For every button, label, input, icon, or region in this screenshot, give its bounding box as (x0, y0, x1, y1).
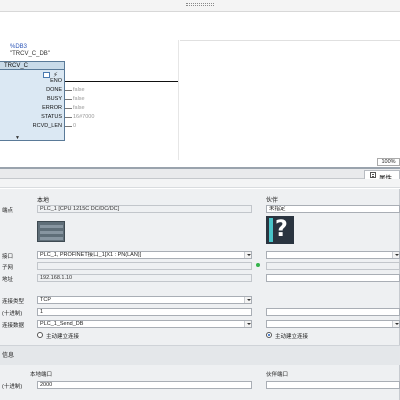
interface-label: 接口 (2, 254, 14, 260)
chevron-down-icon (392, 321, 399, 327)
question-mark-icon: ? (275, 217, 288, 242)
info-section-header[interactable]: 信息 (0, 346, 400, 365)
partner-endpoint-select[interactable]: 未指定 (266, 205, 400, 213)
chevron-down-icon (244, 252, 251, 258)
partner-interface-select[interactable] (266, 251, 400, 259)
expand-block-chevron-icon[interactable]: ▼ (15, 135, 20, 141)
chevron-down-icon (244, 297, 251, 303)
port-label: (十进制) (2, 384, 23, 390)
pin-rcvd-len-wire (65, 126, 72, 127)
instance-db-name[interactable]: "TRCV_C_DB" (10, 51, 50, 57)
block-title-bar: TRCV_C (0, 62, 64, 70)
local-interface-select[interactable]: PLC_1, PROFINET接口_1[X1 : PN(LAN)] (37, 251, 252, 259)
connection-data-value: PLC_1_Send_DB (40, 321, 84, 327)
connection-type-select[interactable]: TCP (37, 296, 252, 304)
chevron-down-icon (392, 252, 399, 258)
editor-top-strip (0, 0, 400, 12)
local-interface-value: PLC_1, PROFINET接口_1[X1 : PN(LAN)] (40, 252, 142, 258)
subnet-status-icon (256, 263, 260, 267)
pin-error-value[interactable]: false (73, 105, 85, 111)
tab-properties[interactable]: 属性 (364, 170, 400, 182)
partner-port-input[interactable] (266, 381, 400, 389)
pin-busy-wire (65, 99, 72, 100)
partner-subnet-field (266, 262, 400, 270)
partner-device-bar (269, 218, 273, 242)
local-active-connection-radio[interactable] (37, 332, 43, 338)
pin-done: DONE (46, 87, 62, 93)
local-plc-device-icon (37, 221, 65, 242)
local-address-field: 192.168.1.10 (37, 274, 252, 282)
eno-wire (65, 81, 178, 82)
device-row (40, 231, 63, 234)
pin-rcvd-len: RCVD_LEN (32, 123, 62, 129)
partner-connection-data-select[interactable] (266, 320, 400, 328)
inspector-nav-strip (0, 179, 400, 188)
partner-column-header: 伙伴 (266, 198, 279, 204)
connection-id-label: (十进制) (2, 311, 23, 317)
partner-connection-id-input[interactable] (266, 308, 400, 316)
pin-status-value[interactable]: 16#7000 (73, 114, 94, 120)
power-rail (178, 40, 179, 160)
connection-type-value: TCP (40, 297, 51, 303)
pin-rcvd-len-value[interactable]: 0 (73, 123, 76, 129)
local-endpoint-field: PLC_1 [CPU 1215C DC/DC/DC] (37, 205, 252, 213)
partner-active-connection-label: 主动建立连接 (275, 334, 309, 340)
connection-type-label: 连接类型 (2, 299, 25, 305)
zoom-level[interactable]: 100% (377, 158, 400, 166)
device-row (40, 237, 63, 240)
pin-status: STATUS (41, 114, 62, 120)
partner-port-header: 伙伴端口 (266, 372, 289, 378)
pin-error-wire (65, 108, 72, 109)
local-active-connection-label: 主动建立连接 (46, 334, 80, 340)
network-separator (180, 40, 400, 41)
local-port-header: 本地端口 (30, 372, 53, 378)
pin-error: ERROR (42, 105, 62, 111)
partner-address-input[interactable] (266, 274, 400, 282)
partner-active-connection-radio[interactable] (266, 332, 272, 338)
connection-id-input[interactable]: 1 (37, 308, 252, 316)
pin-done-wire (65, 90, 72, 91)
pin-busy: BUSY (47, 96, 62, 102)
device-row (40, 225, 63, 228)
program-editor: %DB3 "TRCV_C_DB" TRCV_C ⚡ ▼ ENO DONE fal… (0, 0, 400, 168)
local-port-input[interactable]: 2000 (37, 381, 252, 389)
subnet-label: 子网 (2, 265, 14, 271)
local-subnet-field (37, 262, 252, 270)
partner-endpoint-value: 未指定 (269, 206, 286, 212)
connection-data-select[interactable]: PLC_1_Send_DB (37, 320, 252, 328)
connection-data-label: 连接数据 (2, 323, 25, 329)
address-label: 地址 (2, 277, 14, 283)
local-column-header: 本地 (37, 198, 50, 204)
splitter-grip-icon[interactable] (186, 3, 214, 6)
endpoint-label: 端点 (2, 208, 14, 214)
pin-done-value[interactable]: false (73, 87, 85, 93)
properties-icon (370, 172, 376, 178)
pin-busy-value[interactable]: false (73, 96, 85, 102)
chevron-down-icon (244, 321, 251, 327)
instance-db-number: %DB3 (10, 44, 28, 50)
unknown-partner-device-icon: ? (266, 216, 294, 244)
block-title: TRCV_C (4, 63, 29, 69)
info-section-title: 信息 (2, 353, 15, 359)
pin-status-wire (65, 117, 72, 118)
pin-eno: ENO (50, 78, 62, 84)
inspector-tab-bar: 属性 (0, 169, 400, 182)
